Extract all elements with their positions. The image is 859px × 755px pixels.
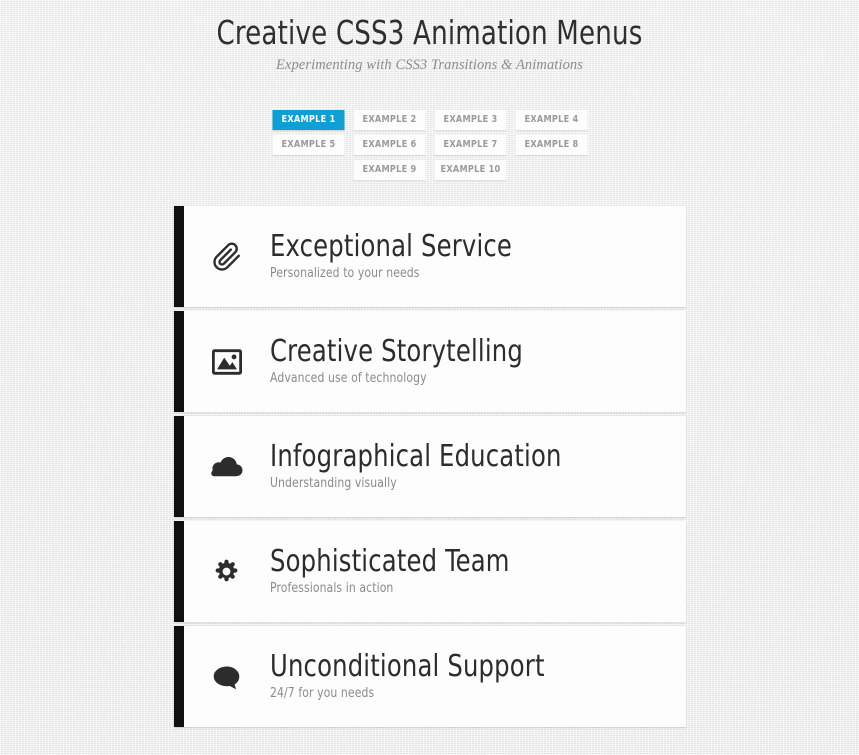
menu-item-creative-storytelling[interactable]: Creative Storytelling Advanced use of te… — [173, 311, 686, 412]
example-button-2[interactable]: Example 2 — [353, 110, 425, 130]
menu-item-exceptional-service[interactable]: Exceptional Service Personalized to your… — [173, 206, 686, 307]
menu-item-sophisticated-team[interactable]: Sophisticated Team Professionals in acti… — [173, 521, 686, 622]
menu-item-subtitle: Advanced use of technology — [269, 370, 427, 386]
speech-bubble-icon — [184, 664, 270, 690]
menu-item-subtitle: Understanding visually — [269, 475, 397, 491]
menu-item-text: Exceptional Service Personalized to your… — [270, 230, 539, 284]
example-button-7[interactable]: Example 7 — [434, 135, 506, 155]
example-button-1[interactable]: Example 1 — [272, 110, 344, 130]
menu-item-heading: Exceptional Service — [269, 228, 512, 264]
page-subtitle: Experimenting with CSS3 Transitions & An… — [275, 57, 584, 73]
page-header: Creative CSS3 Animation Menus Experiment… — [0, 0, 859, 74]
gear-icon — [184, 558, 270, 585]
menu-list: Exceptional Service Personalized to your… — [173, 206, 686, 727]
menu-item-text: Infographical Education Understanding vi… — [270, 440, 594, 494]
menu-item-infographical-education[interactable]: Infographical Education Understanding vi… — [173, 416, 686, 517]
page-title: Creative CSS3 Animation Menus — [216, 13, 643, 52]
paperclip-icon — [184, 242, 270, 272]
example-button-10[interactable]: Example 10 — [434, 160, 506, 180]
cloud-icon — [184, 455, 270, 479]
menu-item-subtitle: Personalized to your needs — [269, 265, 420, 281]
menu-item-heading: Sophisticated Team — [269, 543, 510, 579]
example-button-8[interactable]: Example 8 — [515, 135, 587, 155]
picture-icon — [184, 348, 270, 375]
menu-item-text: Creative Storytelling Advanced use of te… — [270, 335, 551, 389]
menu-item-unconditional-support[interactable]: Unconditional Support 24/7 for you needs — [173, 626, 686, 727]
example-nav: Example 1 Example 2 Example 3 Example 4 … — [268, 110, 592, 180]
example-button-4[interactable]: Example 4 — [515, 110, 587, 130]
menu-item-text: Unconditional Support 24/7 for you needs — [270, 650, 575, 704]
menu-item-heading: Unconditional Support — [269, 648, 545, 684]
menu-item-text: Sophisticated Team Professionals in acti… — [270, 545, 536, 599]
example-button-6[interactable]: Example 6 — [353, 135, 425, 155]
menu-item-heading: Infographical Education — [269, 438, 562, 474]
menu-item-subtitle: 24/7 for you needs — [269, 685, 374, 701]
example-button-3[interactable]: Example 3 — [434, 110, 506, 130]
menu-item-heading: Creative Storytelling — [269, 333, 523, 369]
example-button-9[interactable]: Example 9 — [353, 160, 425, 180]
menu-item-subtitle: Professionals in action — [269, 580, 393, 596]
example-button-5[interactable]: Example 5 — [272, 135, 344, 155]
